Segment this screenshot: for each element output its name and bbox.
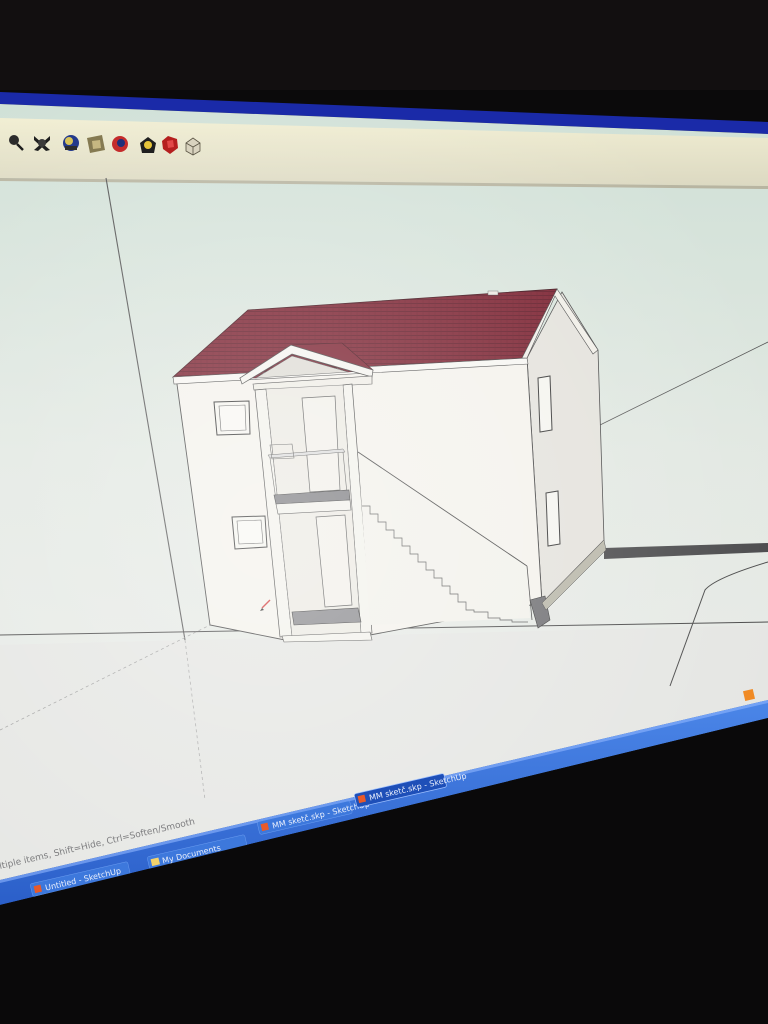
photo-of-monitor: ltiple items, Shift=Hide, Ctrl=Soften/Sm… bbox=[0, 0, 768, 1024]
get-models-icon[interactable] bbox=[63, 135, 79, 151]
component-icon[interactable] bbox=[112, 136, 128, 152]
share-model-icon[interactable] bbox=[87, 135, 105, 153]
